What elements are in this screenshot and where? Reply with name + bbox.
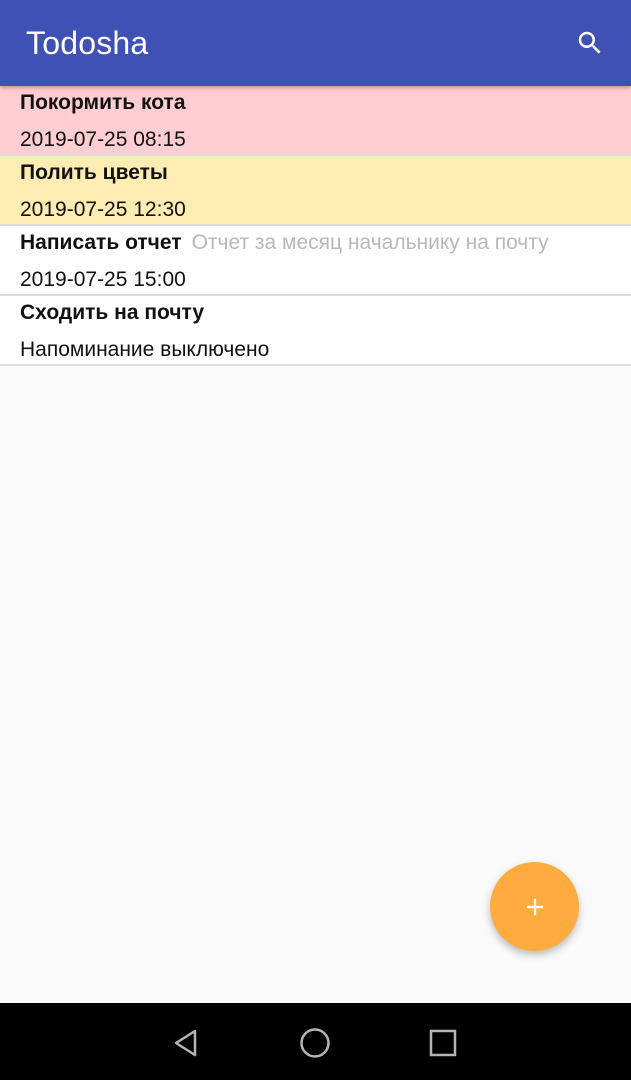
add-task-button[interactable] bbox=[490, 862, 579, 951]
home-button[interactable] bbox=[295, 1023, 335, 1063]
task-title: Покормить кота bbox=[20, 91, 186, 114]
plus-icon bbox=[526, 898, 543, 915]
search-button[interactable] bbox=[569, 22, 611, 64]
system-nav-bar bbox=[0, 1003, 631, 1080]
task-reminder-status: Напоминание выключено bbox=[20, 338, 270, 361]
task-item-1[interactable]: Полить цветы 2019-07-25 12:30 bbox=[0, 156, 631, 226]
task-item-0[interactable]: Покормить кота 2019-07-25 08:15 bbox=[0, 86, 631, 156]
recents-icon bbox=[429, 1029, 457, 1057]
task-title: Написать отчет bbox=[20, 231, 182, 254]
task-item-3[interactable]: Сходить на почту Напоминание выключено bbox=[0, 296, 631, 366]
back-button[interactable] bbox=[166, 1023, 206, 1063]
app-title: Todosha bbox=[26, 24, 149, 61]
app-bar: Todosha bbox=[0, 0, 631, 86]
task-item-2[interactable]: Написать отчет Отчет за месяц начальнику … bbox=[0, 226, 631, 296]
task-time: 2019-07-25 15:00 bbox=[20, 268, 186, 291]
task-list: Покормить кота 2019-07-25 08:15 Полить ц… bbox=[0, 86, 631, 366]
recents-button[interactable] bbox=[423, 1023, 463, 1063]
task-time: 2019-07-25 12:30 bbox=[20, 198, 186, 221]
home-icon bbox=[300, 1028, 330, 1058]
back-icon bbox=[174, 1029, 197, 1057]
task-title: Полить цветы bbox=[20, 161, 168, 184]
task-time: 2019-07-25 08:15 bbox=[20, 128, 186, 151]
task-description: Отчет за месяц начальнику на почту bbox=[191, 231, 549, 254]
search-icon bbox=[578, 31, 601, 54]
task-title: Сходить на почту bbox=[20, 301, 205, 324]
